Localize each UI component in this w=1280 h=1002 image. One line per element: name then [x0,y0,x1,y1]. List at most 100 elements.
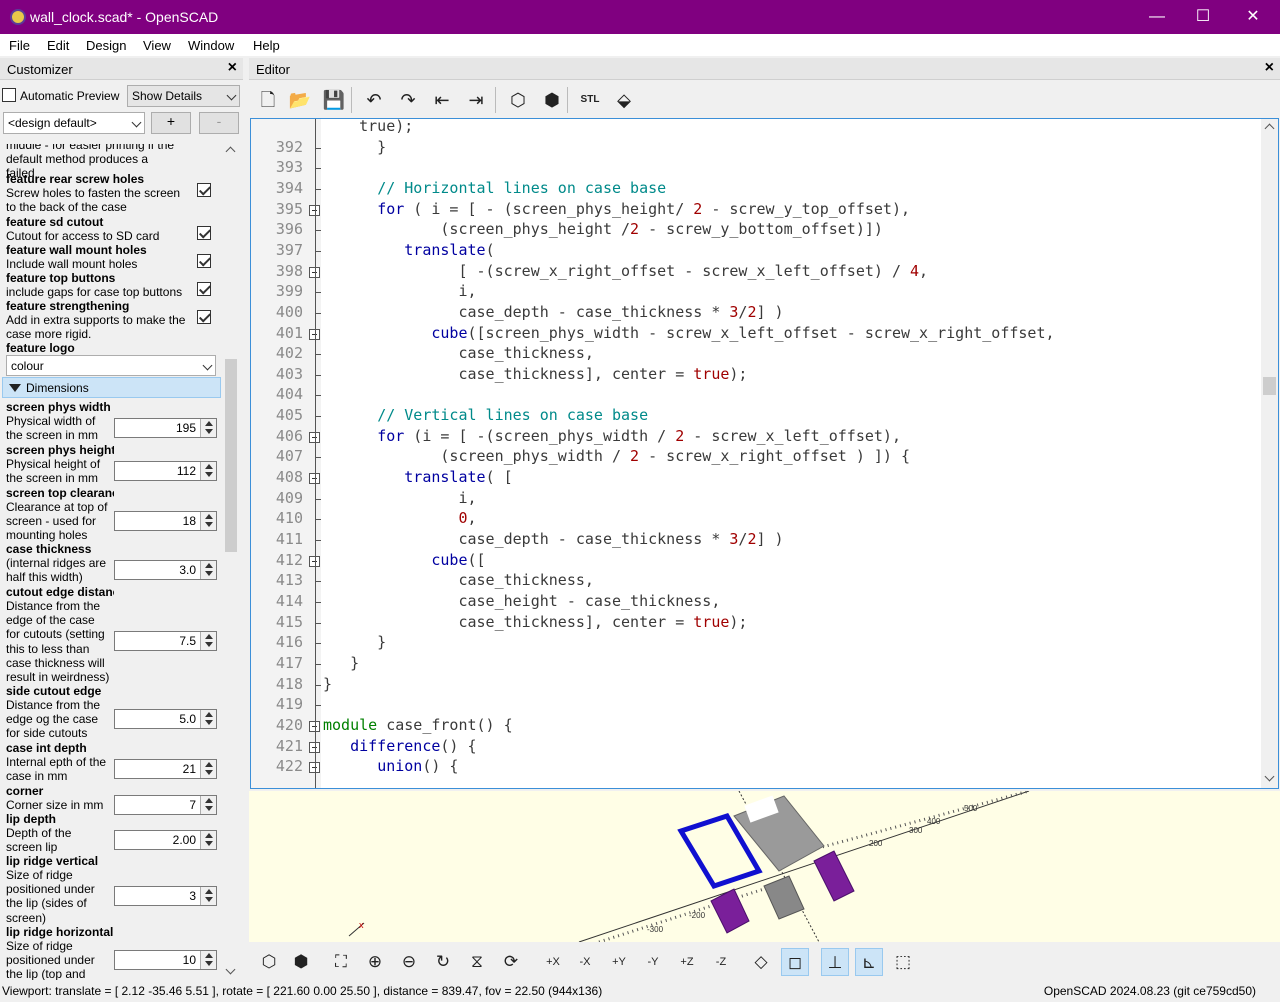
send-to-print-icon[interactable]: ⬙ [611,87,637,113]
new-file-icon[interactable]: 🗋 [255,87,281,113]
spinbox-arrows-icon[interactable] [200,561,216,579]
line-number: 414 [275,591,303,610]
code-token: (screen_phys_width / [323,447,631,466]
param-spinbox[interactable]: 112 [114,461,217,481]
spinbox-value: 7.5 [179,634,196,648]
param-spinbox[interactable]: 5.0 [114,709,217,729]
editor-scrollbar[interactable] [1261,119,1278,788]
automatic-preview-checkbox[interactable] [2,88,16,105]
menu-help[interactable]: Help [253,38,280,53]
preset-combo[interactable]: <design default> [3,112,145,134]
menu-file[interactable]: File [9,38,30,53]
menu-window[interactable]: Window [188,38,234,53]
line-number: 417 [275,653,303,672]
customizer-panel: Customizer × Automatic Preview Show Deta… [0,58,243,980]
spinbox-arrows-icon[interactable] [200,796,216,814]
scroll-thumb[interactable] [225,359,237,552]
remove-preset-button[interactable]: - [199,112,239,134]
editor-close-icon[interactable]: × [1265,59,1274,77]
param-spinbox[interactable]: 10 [114,950,217,970]
param-name-logo: feature logo [6,341,75,355]
show-edges-icon[interactable]: ⬚ [889,948,917,976]
open-file-icon[interactable]: 📂 [287,87,313,113]
animate-icon[interactable]: ⟳ [497,948,525,976]
spinbox-arrows-icon[interactable] [200,419,216,437]
spinbox-arrows-icon[interactable] [200,632,216,650]
param-checkbox[interactable] [197,254,211,268]
menu-edit[interactable]: Edit [47,38,69,53]
spinbox-arrows-icon[interactable] [200,710,216,728]
export-stl-icon[interactable]: STL [577,87,603,113]
3d-preview-viewport[interactable]: -300 -200 200 300 400 500 x [249,791,1280,942]
add-preset-button[interactable]: + [151,112,191,134]
spinbox-arrows-icon[interactable] [200,951,216,969]
spinbox-arrows-icon[interactable] [200,462,216,480]
code-line: } [323,654,359,672]
line-number: 392 [275,137,303,156]
view-top-icon[interactable]: +Z [673,948,701,976]
spinbox-arrows-icon[interactable] [200,760,216,778]
parameter-list: middle - for easier printing if the defa… [0,144,222,980]
maximize-button[interactable]: ☐ [1180,0,1226,34]
spinbox-arrows-icon[interactable] [200,887,216,905]
menu-design[interactable]: Design [86,38,126,53]
view-right-icon[interactable]: +X [539,948,567,976]
view-center-icon[interactable]: ⧖ [463,948,491,976]
view-all-icon[interactable]: ⛶ [327,948,355,976]
param-spinbox[interactable]: 195 [114,418,217,438]
render-view-icon[interactable]: ⬢ [287,948,315,976]
scroll-up-icon[interactable] [225,146,236,157]
render-icon[interactable]: ⬢ [539,87,565,113]
dimensions-section-header[interactable]: Dimensions [2,377,221,398]
code-token: case_depth - case_thickness * [323,302,730,321]
menu-view[interactable]: View [143,38,171,53]
indent-icon[interactable]: ⇥ [463,87,489,113]
spinbox-arrows-icon[interactable] [200,512,216,530]
undo-icon[interactable]: ↶ [361,87,387,113]
details-combo[interactable]: Show Details [127,85,240,107]
view-bottom-icon[interactable]: -Z [707,948,735,976]
param-desc: positioned under [6,882,95,897]
unindent-icon[interactable]: ⇤ [429,87,455,113]
zoom-out-icon[interactable]: ⊖ [395,948,423,976]
close-button[interactable]: ✕ [1230,0,1276,34]
scroll-down-icon[interactable] [1264,771,1275,782]
zoom-in-icon[interactable]: ⊕ [361,948,389,976]
scroll-up-icon[interactable] [1264,123,1275,134]
param-spinbox[interactable]: 3 [114,886,217,906]
preview-view-icon[interactable]: ⬡ [255,948,283,976]
perspective-icon[interactable]: ◇ [747,948,775,976]
customizer-scrollbar[interactable] [222,144,240,980]
param-checkbox[interactable] [197,183,211,197]
redo-icon[interactable]: ↷ [395,87,421,113]
line-number: 416 [275,633,303,652]
reset-view-icon[interactable]: ↻ [429,948,457,976]
scroll-down-icon[interactable] [225,964,236,975]
minimize-button[interactable]: — [1134,0,1180,34]
param-spinbox[interactable]: 7 [114,795,217,815]
param-checkbox[interactable] [197,226,211,240]
param-checkbox[interactable] [197,310,211,324]
spinbox-arrows-icon[interactable] [200,831,216,849]
show-scale-icon[interactable]: ⊾ [855,948,883,976]
scroll-thumb[interactable] [1263,377,1276,395]
code-editor[interactable]: 392 393 394 395 396 397 398 399 400 401 402 403 404 4… [250,118,1279,789]
preview-icon[interactable]: ⬡ [505,87,531,113]
view-back-icon[interactable]: +Y [605,948,633,976]
save-icon[interactable]: 💾 [321,87,347,113]
view-front-icon[interactable]: -Y [639,948,667,976]
view-left-icon[interactable]: -X [571,948,599,976]
ruler-label: 500 [964,804,978,813]
line-number: 412 [275,550,303,569]
param-spinbox[interactable]: 18 [114,511,217,531]
param-spinbox[interactable]: 7.5 [114,631,217,651]
logo-combo[interactable]: colour [6,355,216,376]
param-spinbox[interactable]: 2.00 [114,830,217,850]
param-checkbox[interactable] [197,282,211,296]
show-axes-icon[interactable]: ⊥ [821,948,849,976]
customizer-close-icon[interactable]: × [228,59,237,77]
param-desc: Cutout for access to SD card [6,229,160,243]
orthogonal-icon[interactable]: ◻ [781,948,809,976]
param-spinbox[interactable]: 21 [114,759,217,779]
param-spinbox[interactable]: 3.0 [114,560,217,580]
